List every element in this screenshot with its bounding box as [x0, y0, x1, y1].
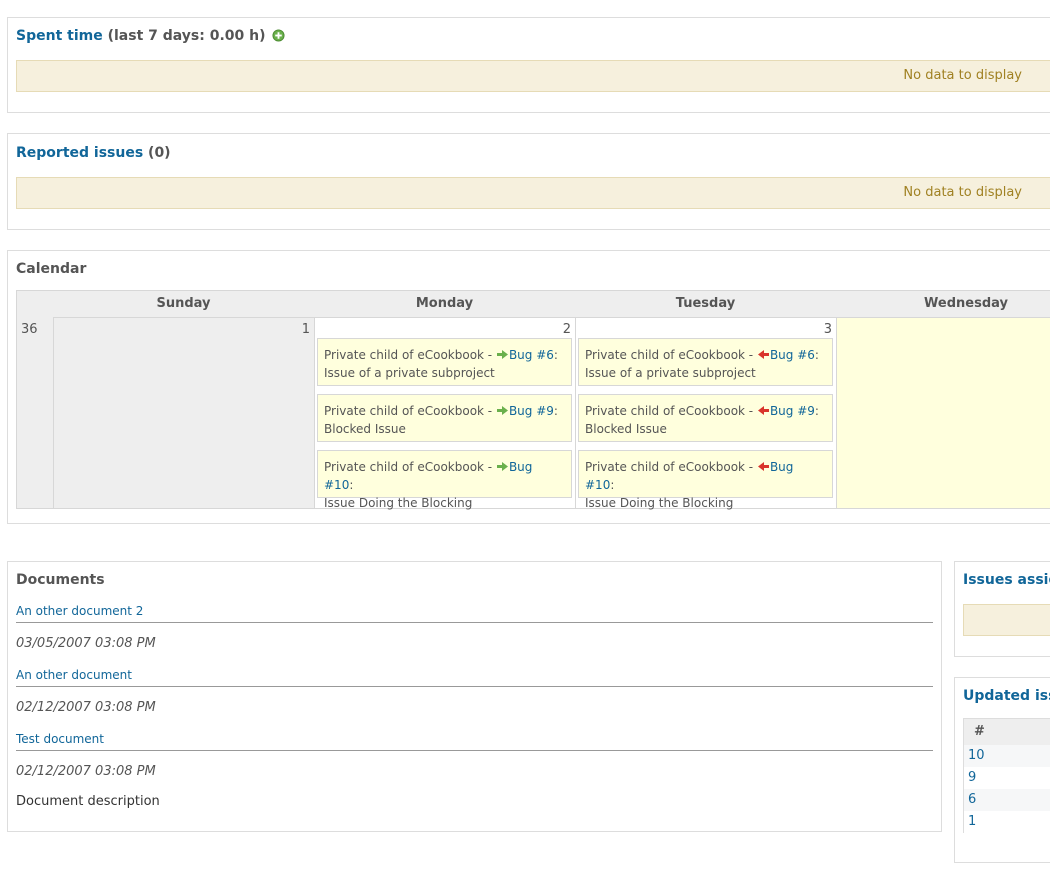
start-arrow-icon — [496, 462, 508, 471]
reported-issues-title: Reported issues (0) — [16, 145, 171, 161]
spent-time-suffix: (last 7 days: 0.00 h) — [107, 28, 266, 44]
document-date: 02/12/2007 03:08 PM — [16, 764, 156, 779]
end-arrow-icon — [757, 350, 769, 359]
issue-colon: : — [814, 348, 819, 362]
issues-assigned-title: Issues assign — [963, 572, 1050, 588]
start-arrow-icon — [496, 406, 508, 415]
reported-issues-link[interactable]: Reported issues — [16, 145, 143, 161]
start-arrow-icon — [496, 350, 508, 359]
calendar-header-tuesday: Tuesday — [575, 291, 836, 317]
issue-subject: Issue Doing the Blocking — [585, 496, 734, 510]
issue-id-link[interactable]: 1 — [968, 814, 976, 829]
calendar-header-monday: Monday — [314, 291, 575, 317]
plus-circle-icon[interactable] — [272, 29, 285, 42]
updated-issues-title: Updated iss — [963, 688, 1050, 704]
table-row: 6 — [964, 789, 1050, 811]
document-divider — [16, 686, 933, 687]
issue-project: Private child of eCookbook - — [585, 460, 754, 474]
calendar-week-number: 36 — [17, 317, 53, 508]
issue-id-link[interactable]: 9 — [968, 770, 976, 785]
calendar-day-tuesday: 3 Private child of eCookbook - Bug #6: I… — [575, 317, 836, 510]
issues-assigned-link[interactable]: Issues assign — [963, 572, 1050, 588]
calendar-week-header — [17, 291, 53, 317]
spent-time-title: Spent time (last 7 days: 0.00 h) — [16, 28, 285, 44]
document-date: 02/12/2007 03:08 PM — [16, 700, 156, 715]
calendar-issue[interactable]: Private child of eCookbook - Bug #6: Iss… — [317, 338, 572, 386]
calendar-issue[interactable]: Private child of eCookbook - Bug #9: Blo… — [317, 394, 572, 442]
issue-id-link[interactable]: 10 — [968, 748, 985, 763]
spent-time-nodata: No data to display — [16, 60, 1050, 92]
day-number: 2 — [562, 322, 571, 337]
updated-issues-link[interactable]: Updated iss — [963, 688, 1050, 704]
issue-link[interactable]: Bug #9 — [770, 404, 815, 418]
issue-colon: : — [553, 404, 558, 418]
issue-subject: Blocked Issue — [585, 422, 667, 436]
issue-subject: Issue of a private subproject — [585, 366, 756, 380]
document-link[interactable]: An other document — [16, 668, 132, 682]
calendar-issue[interactable]: Private child of eCookbook - Bug #10: Is… — [578, 450, 833, 510]
issue-link[interactable]: Bug #6 — [509, 348, 554, 362]
issue-project: Private child of eCookbook - — [324, 348, 493, 362]
issue-colon: : — [553, 348, 558, 362]
table-row: 1 — [964, 811, 1050, 833]
document-link[interactable]: An other document 2 — [16, 604, 143, 618]
issue-link[interactable]: Bug #9 — [509, 404, 554, 418]
issues-assigned-nodata — [963, 604, 1050, 636]
calendar-issue[interactable]: Private child of eCookbook - Bug #9: Blo… — [578, 394, 833, 442]
spent-time-link[interactable]: Spent time — [16, 28, 103, 44]
calendar-header-sunday: Sunday — [53, 291, 314, 317]
issue-colon: : — [610, 478, 615, 492]
end-arrow-icon — [757, 462, 769, 471]
document-description: Document description — [16, 794, 160, 809]
issue-project: Private child of eCookbook - — [585, 404, 754, 418]
day-number: 3 — [823, 322, 832, 337]
documents-box — [7, 561, 942, 832]
column-header-id[interactable]: # — [964, 719, 1050, 745]
calendar-grid: Sunday Monday Tuesday Wednesday 36 1 2 P… — [16, 290, 1050, 510]
reported-issues-count: (0) — [148, 145, 171, 161]
reported-issues-nodata: No data to display — [16, 177, 1050, 209]
issue-colon: : — [349, 478, 354, 492]
issue-subject: Issue Doing the Blocking — [324, 496, 473, 510]
issue-subject: Blocked Issue — [324, 422, 406, 436]
day-number: 1 — [301, 322, 310, 337]
calendar-day-monday: 2 Private child of eCookbook - Bug #6: I… — [314, 317, 575, 510]
table-row: 9 — [964, 767, 1050, 789]
calendar-issue[interactable]: Private child of eCookbook - Bug #6: Iss… — [578, 338, 833, 386]
calendar-title: Calendar — [16, 261, 87, 277]
calendar-issue[interactable]: Private child of eCookbook - Bug #10: Is… — [317, 450, 572, 510]
calendar-header-wednesday: Wednesday — [836, 291, 1050, 317]
table-row: 10 — [964, 745, 1050, 767]
issue-project: Private child of eCookbook - — [324, 404, 493, 418]
issue-link[interactable]: Bug #6 — [770, 348, 815, 362]
issue-id-link[interactable]: 6 — [968, 792, 976, 807]
end-arrow-icon — [757, 406, 769, 415]
documents-title: Documents — [16, 572, 105, 588]
document-date: 03/05/2007 03:08 PM — [16, 636, 156, 651]
issue-project: Private child of eCookbook - — [324, 460, 493, 474]
updated-issues-table: # 10 9 6 1 — [963, 718, 1050, 833]
document-divider — [16, 750, 933, 751]
issue-subject: Issue of a private subproject — [324, 366, 495, 380]
document-link[interactable]: Test document — [16, 732, 104, 746]
calendar-day-sunday: 1 — [53, 317, 314, 508]
issue-colon: : — [814, 404, 819, 418]
issue-project: Private child of eCookbook - — [585, 348, 754, 362]
document-divider — [16, 622, 933, 623]
calendar-day-wednesday-today — [836, 317, 1050, 508]
